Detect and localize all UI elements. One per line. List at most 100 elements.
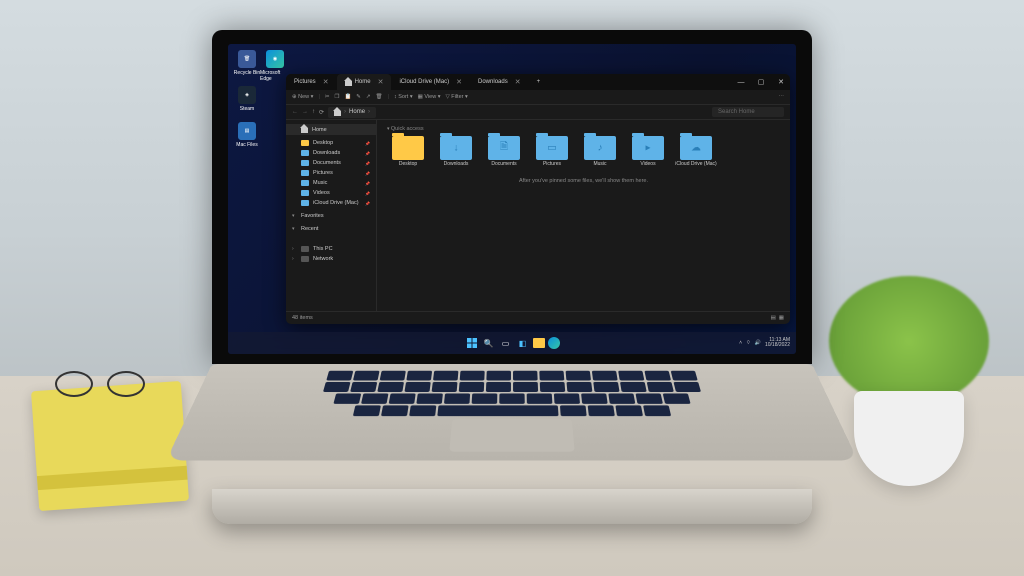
- taskview-icon[interactable]: ▭: [499, 336, 513, 350]
- forward-button[interactable]: →: [302, 109, 308, 115]
- volume-icon[interactable]: 🔊: [755, 340, 761, 346]
- close-icon[interactable]: ✕: [456, 78, 462, 86]
- pin-icon: 📌: [365, 141, 370, 146]
- copy-button[interactable]: ❐: [335, 94, 340, 100]
- minimize-button[interactable]: —: [732, 76, 750, 88]
- nav-recent[interactable]: ▾Recent: [286, 224, 376, 234]
- close-icon[interactable]: ✕: [515, 78, 521, 86]
- folder-desktop[interactable]: Desktop: [387, 136, 429, 168]
- pin-icon: 📌: [365, 171, 370, 176]
- up-button[interactable]: ↑: [312, 109, 315, 115]
- new-tab-button[interactable]: +: [529, 74, 549, 90]
- nav-downloads[interactable]: Downloads📌: [286, 148, 376, 158]
- start-button[interactable]: [465, 336, 479, 350]
- folder-icon: ▸: [632, 136, 664, 160]
- plant-prop: [829, 276, 989, 406]
- home-icon: [345, 79, 352, 86]
- pin-icon: 📌: [365, 191, 370, 196]
- nav-icloud[interactable]: iCloud Drive (Mac)📌: [286, 198, 376, 208]
- cut-button[interactable]: ✂: [325, 94, 330, 100]
- tab-home[interactable]: Home✕: [337, 74, 392, 90]
- nav-desktop[interactable]: Desktop📌: [286, 138, 376, 148]
- folder-documents[interactable]: 🗎Documents: [483, 136, 525, 168]
- search-input[interactable]: Search Home: [712, 107, 784, 117]
- laptop-screen: 🗑Recycle Bin ◉Microsoft Edge ◈Steam ▤Mac…: [228, 44, 796, 354]
- view-button[interactable]: ▦ View ▾: [418, 94, 441, 100]
- desktop-icon-mac-files[interactable]: ▤Mac Files: [232, 122, 262, 148]
- share-button[interactable]: ↗: [366, 94, 371, 100]
- folder-icon: ☁: [680, 136, 712, 160]
- file-explorer-window: Pictures✕ Home✕ iCloud Drive (Mac)✕ Down…: [286, 74, 790, 324]
- home-icon: [301, 126, 308, 133]
- tab-pictures[interactable]: Pictures✕: [286, 74, 337, 90]
- folder-downloads[interactable]: ↓ Downloads: [435, 136, 477, 168]
- wifi-icon[interactable]: ⌔: [746, 340, 751, 346]
- back-button[interactable]: ←: [292, 109, 298, 115]
- refresh-button[interactable]: ⟳: [319, 109, 324, 116]
- network-icon: [301, 256, 309, 262]
- view-tiles-icon[interactable]: ▦: [779, 315, 784, 321]
- delete-button[interactable]: 🗑: [376, 94, 383, 100]
- folder-label: Desktop: [399, 162, 417, 168]
- more-button[interactable]: ⋯: [779, 94, 785, 100]
- nav-documents[interactable]: Documents📌: [286, 158, 376, 168]
- nav-music[interactable]: Music📌: [286, 178, 376, 188]
- folder-pictures[interactable]: ▭ Pictures: [531, 136, 573, 168]
- status-bar: 48 items ▤ ▦: [286, 311, 790, 324]
- section-quick-access[interactable]: Quick access: [387, 126, 780, 132]
- folder-icon: ♪: [584, 136, 616, 160]
- nav-home[interactable]: Home: [286, 124, 376, 135]
- pin-icon: 📌: [365, 201, 370, 206]
- nav-thispc[interactable]: ›This PC: [286, 244, 376, 254]
- pin-icon: 📌: [365, 151, 370, 156]
- nav-favorites[interactable]: ▾Favorites: [286, 211, 376, 221]
- new-button[interactable]: ⊕ New ▾: [292, 94, 313, 100]
- breadcrumb[interactable]: ›Home›: [328, 107, 376, 118]
- tab-downloads[interactable]: Downloads✕: [470, 74, 529, 90]
- view-details-icon[interactable]: ▤: [771, 315, 776, 321]
- folder-label: iCloud Drive (Mac): [675, 162, 716, 168]
- folder-label: Pictures: [543, 162, 561, 168]
- folder-icon: [301, 170, 309, 176]
- close-icon[interactable]: ✕: [378, 78, 384, 86]
- rename-button[interactable]: ✎: [356, 94, 361, 100]
- folder-icon: 🗎: [488, 136, 520, 160]
- toolbar: ⊕ New ▾ | ✂ ❐ 📋 ✎ ↗ 🗑 | ↕ Sort ▾ ▦ View …: [286, 90, 790, 105]
- folder-label: Downloads: [444, 162, 469, 168]
- nav-panel: Home Desktop📌 Downloads📌 Documents📌 Pict…: [286, 120, 377, 311]
- desktop-icon-steam[interactable]: ◈Steam: [232, 86, 262, 112]
- folder-icon: [392, 136, 424, 160]
- folder-music[interactable]: ♪ Music: [579, 136, 621, 168]
- taskbar: 🔍 ▭ ◧ ˄ ⌔ 🔊 11:13 AM 10/18/2022: [228, 332, 796, 354]
- folder-videos[interactable]: ▸ Videos: [627, 136, 669, 168]
- folder-label: Music: [593, 162, 606, 168]
- folder-icon: ↓: [440, 136, 472, 160]
- folder-icloud-drive-mac-[interactable]: ☁ iCloud Drive (Mac): [675, 136, 717, 168]
- folder-icon: [301, 190, 309, 196]
- sort-button[interactable]: ↕ Sort ▾: [394, 94, 413, 100]
- folder-icon: [301, 200, 309, 206]
- address-bar: ← → ↑ ⟳ ›Home› Search Home: [286, 105, 790, 120]
- paste-button[interactable]: 📋: [344, 94, 351, 100]
- desktop-icon-recycle-bin[interactable]: 🗑Recycle Bin: [232, 50, 262, 76]
- nav-network[interactable]: ›Network: [286, 254, 376, 264]
- pin-icon: 📌: [365, 181, 370, 186]
- system-tray[interactable]: ˄ ⌔ 🔊 11:13 AM 10/18/2022: [739, 338, 790, 348]
- tab-icloud[interactable]: iCloud Drive (Mac)✕: [391, 74, 470, 90]
- filter-button[interactable]: ▽ Filter ▾: [445, 94, 467, 100]
- maximize-button[interactable]: ▢: [752, 76, 770, 88]
- tab-bar: Pictures✕ Home✕ iCloud Drive (Mac)✕ Down…: [286, 74, 790, 90]
- close-icon[interactable]: ✕: [323, 78, 329, 86]
- widgets-icon[interactable]: ◧: [516, 336, 530, 350]
- close-button[interactable]: ✕: [772, 76, 790, 88]
- explorer-icon[interactable]: [533, 338, 545, 348]
- pin-icon: 📌: [365, 161, 370, 166]
- folder-icon: [301, 140, 309, 146]
- search-icon[interactable]: 🔍: [482, 336, 496, 350]
- nav-videos[interactable]: Videos📌: [286, 188, 376, 198]
- folder-label: Videos: [640, 162, 655, 168]
- folder-icon: ▭: [536, 136, 568, 160]
- edge-icon[interactable]: [548, 337, 560, 349]
- nav-pictures[interactable]: Pictures📌: [286, 168, 376, 178]
- chevron-up-icon[interactable]: ˄: [739, 340, 742, 346]
